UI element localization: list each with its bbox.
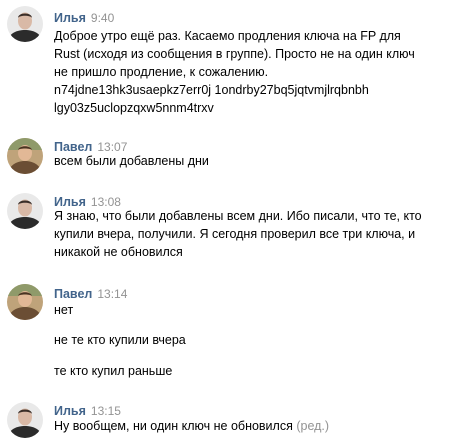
author-name[interactable]: Илья <box>54 11 86 25</box>
avatar-pavel[interactable] <box>7 138 43 174</box>
message-line: нет <box>54 303 74 317</box>
message-time[interactable]: 13:15 <box>91 404 121 418</box>
message-line: всем были добавлены дни <box>54 154 209 168</box>
message-line: купили вчера, получили. Я сегодня провер… <box>54 227 416 241</box>
message-header: Павел 13:14 <box>54 287 127 301</box>
avatar-ilya[interactable] <box>7 6 43 42</box>
message-line: n74jdne13hk3usaepkz7err0j 1ondrby27bq5jq… <box>54 83 369 97</box>
message-line: Я знаю, что были добавлены всем дни. Ибо… <box>54 209 422 223</box>
message-group: Павел 13:14 нет не те кто купили вчера те… <box>0 280 449 385</box>
avatar-pavel-image <box>7 138 43 174</box>
message-text: Доброе утро ещё раз. Касаемо продления к… <box>54 27 439 117</box>
message-header: Илья 9:40 <box>54 11 114 25</box>
author-name[interactable]: Илья <box>54 404 86 418</box>
message-line: Rust (исходя из сообщения в группе). Про… <box>54 47 415 61</box>
message-group: Илья 13:15 Ну вообщем, ни один ключ не об… <box>0 397 449 447</box>
message-time[interactable]: 9:40 <box>91 11 114 25</box>
message-time[interactable]: 13:14 <box>97 287 127 301</box>
message-line: Доброе утро ещё раз. Касаемо продления к… <box>54 29 401 43</box>
avatar-ilya-image <box>7 402 43 438</box>
message-group: Илья 13:08 Я знаю, что были добавлены все… <box>0 188 449 273</box>
message-line: lgy03z5uclopzqxw5nnm4trxv <box>54 101 214 115</box>
message-text: Ну вообщем, ни один ключ не обновился (р… <box>54 417 439 435</box>
message-group: Илья 9:40 Доброе утро ещё раз. Касаемо пр… <box>0 0 449 125</box>
message-text: Я знаю, что были добавлены всем дни. Ибо… <box>54 207 439 261</box>
author-name[interactable]: Павел <box>54 287 92 301</box>
message-line: не пришло продление, к сожалению. <box>54 65 269 79</box>
message-text: всем были добавлены дни <box>54 152 439 170</box>
message-line: Ну вообщем, ни один ключ не обновился <box>54 419 293 433</box>
avatar-ilya-image <box>7 193 43 229</box>
avatar-pavel-image <box>7 284 43 320</box>
message-header: Илья 13:15 <box>54 404 121 418</box>
message-line: те кто купил раньше <box>54 364 173 378</box>
avatar-ilya[interactable] <box>7 193 43 229</box>
avatar-ilya-image <box>7 6 43 42</box>
avatar-pavel[interactable] <box>7 284 43 320</box>
message-group: Павел 13:07 всем были добавлены дни <box>0 133 449 183</box>
message-line: не те кто купили вчера <box>54 333 186 347</box>
message-line: никакой не обновился <box>54 245 183 259</box>
edited-label[interactable]: (ред.) <box>296 419 329 433</box>
avatar-ilya[interactable] <box>7 402 43 438</box>
